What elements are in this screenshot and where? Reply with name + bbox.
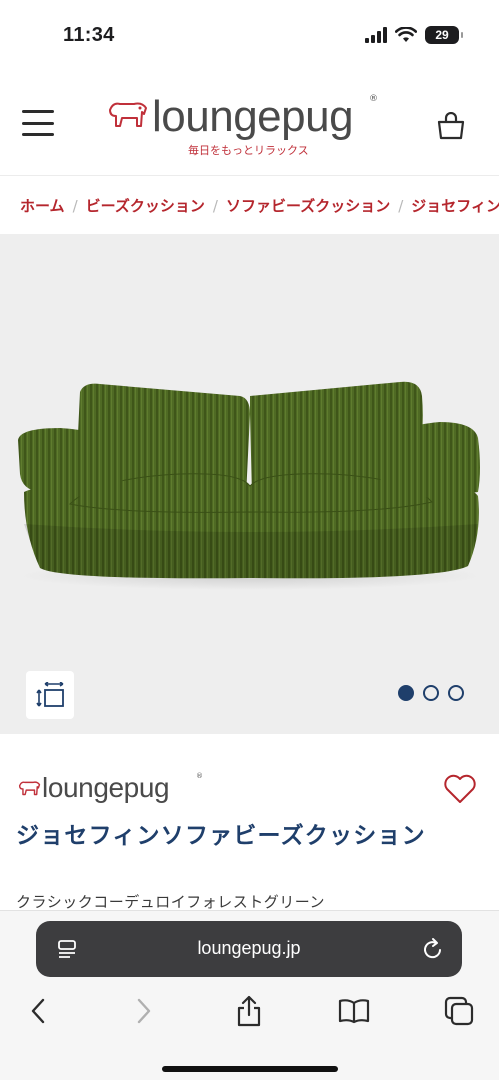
- share-button[interactable]: [227, 989, 271, 1033]
- breadcrumb-separator: /: [72, 197, 78, 215]
- status-icons: 29: [365, 26, 463, 44]
- carousel-pagination: [398, 685, 464, 701]
- signal-icon: [365, 27, 387, 43]
- tabs-icon: [444, 996, 474, 1026]
- product-title: ジョセフィンソファビーズクッション: [16, 823, 426, 849]
- url-text: loungepug.jp: [197, 938, 301, 958]
- carousel-dot-2[interactable]: [423, 685, 439, 701]
- carousel-dot-3[interactable]: [448, 685, 464, 701]
- status-time: 11:34: [63, 24, 115, 46]
- reload-icon[interactable]: [422, 937, 444, 961]
- chevron-right-icon: [137, 998, 151, 1024]
- brand-registered-mark: ®: [369, 94, 378, 104]
- breadcrumb-separator: /: [212, 197, 218, 215]
- battery-icon: 29: [425, 26, 463, 44]
- forward-button[interactable]: [122, 989, 166, 1033]
- shopping-bag-icon[interactable]: [436, 112, 466, 140]
- favorite-heart-icon[interactable]: [443, 774, 477, 804]
- breadcrumb: ホーム / ビーズクッション / ソファビーズクッション / ジョセフィンソファビーズクッシ…: [0, 176, 499, 234]
- product-brand-logo[interactable]: loungepug ®: [16, 772, 216, 810]
- tabs-button[interactable]: [437, 989, 481, 1033]
- breadcrumb-separator: /: [398, 197, 404, 215]
- address-bar[interactable]: loungepug.jp: [36, 921, 462, 977]
- dimensions-icon: [36, 682, 64, 707]
- brand-name: loungepug: [152, 92, 354, 141]
- bookmarks-button[interactable]: [332, 989, 376, 1033]
- breadcrumb-current-product[interactable]: ジョセフィンソファビーズクッション: [411, 197, 499, 215]
- product-brand-registered-mark: ®: [196, 772, 203, 780]
- breadcrumb-home[interactable]: ホーム: [20, 197, 65, 215]
- browser-toolbar: [0, 989, 499, 1033]
- breadcrumb-bead-cushion[interactable]: ビーズクッション: [86, 197, 205, 215]
- brand-tagline: 毎日をもっとリラックス: [188, 144, 309, 157]
- product-image: [18, 381, 480, 590]
- carousel-dot-1[interactable]: [398, 685, 414, 701]
- chevron-left-icon: [31, 998, 45, 1024]
- product-info: loungepug ® ジョセフィンソファビーズクッション クラシックコーデュロ…: [0, 734, 499, 934]
- site-header: loungepug ® 毎日をもっとリラックス: [0, 72, 499, 176]
- wifi-icon: [395, 27, 417, 42]
- product-gallery[interactable]: [0, 234, 499, 734]
- brand-logo[interactable]: loungepug ® 毎日をもっとリラックス: [104, 92, 380, 162]
- status-bar: 11:34 29: [0, 0, 499, 72]
- product-variant: クラシックコーデュロイフォレストグリーン: [16, 893, 325, 911]
- product-brand-name: loungepug: [42, 772, 170, 803]
- home-indicator: [162, 1066, 338, 1072]
- breadcrumb-sofa-bead-cushion[interactable]: ソファビーズクッション: [226, 197, 390, 215]
- back-button[interactable]: [16, 989, 60, 1033]
- menu-icon[interactable]: [22, 110, 54, 136]
- dimensions-button[interactable]: [26, 671, 74, 719]
- book-icon: [338, 999, 370, 1024]
- share-icon: [237, 995, 261, 1027]
- pug-logo-icon: [18, 781, 41, 796]
- browser-bottom-bar: loungepug.jp: [0, 910, 499, 1080]
- pug-logo-icon: [109, 102, 147, 127]
